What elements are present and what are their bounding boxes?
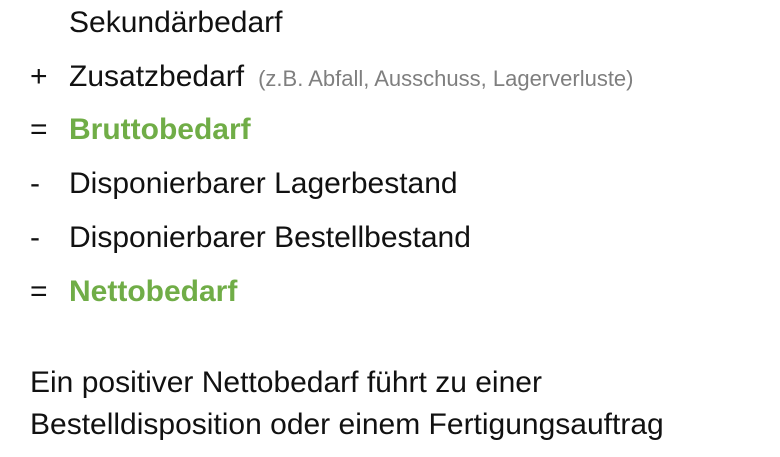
calc-term: Sekundärbedarf <box>69 3 283 43</box>
calc-term-result: Nettobedarf <box>69 272 237 312</box>
term-label: Zusatzbedarf <box>69 60 245 93</box>
calc-operator: - <box>30 221 40 254</box>
calc-operator: = <box>30 275 48 308</box>
conclusion-line-1: Ein positiver Nettobedarf führt zu einer <box>30 366 542 399</box>
calc-term: Disponierbarer Bestellbestand <box>69 218 471 258</box>
calc-term-result: Bruttobedarf <box>69 110 251 150</box>
calc-operator: + <box>30 60 48 93</box>
term-label: Sekundärbedarf <box>69 6 283 39</box>
term-label: Nettobedarf <box>69 275 238 308</box>
conclusion-text: Ein positiver Nettobedarf führt zu einer… <box>30 362 775 446</box>
calc-term: Disponierbarer Lagerbestand <box>69 164 458 204</box>
term-label: Disponierbarer Bestellbestand <box>69 221 471 254</box>
calc-term: Zusatzbedarf (z.B. Abfall, Ausschuss, Lag… <box>69 57 634 99</box>
calc-operator: - <box>30 167 40 200</box>
term-note: (z.B. Abfall, Ausschuss, Lagerverluste) <box>258 66 634 91</box>
term-label: Disponierbarer Lagerbestand <box>69 167 458 200</box>
calc-operator: = <box>30 113 48 146</box>
conclusion-line-2: Bestelldisposition oder einem Fertigungs… <box>30 408 664 441</box>
term-label: Bruttobedarf <box>69 113 251 146</box>
